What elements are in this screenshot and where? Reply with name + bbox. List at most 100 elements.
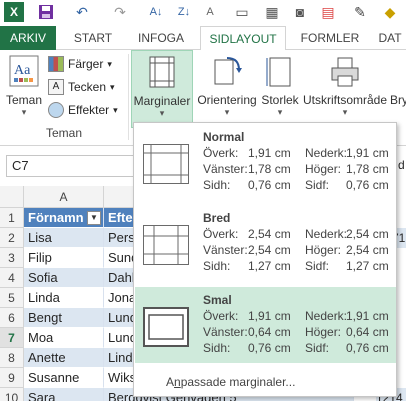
fonts-button[interactable]: A Tecken ▾ <box>48 77 115 97</box>
save-icon[interactable] <box>36 2 56 22</box>
table-cell[interactable]: Bengt <box>24 308 104 328</box>
margins-button[interactable]: Marginaler ▾ <box>131 50 193 128</box>
bottom-value: 2,54 cm <box>346 227 389 241</box>
chevron-down-icon: ▾ <box>107 58 112 69</box>
chevron-down-icon: ▾ <box>159 108 165 118</box>
themes-label: Teman <box>5 93 43 107</box>
footer-value: 1,27 cm <box>346 259 389 273</box>
table-cell[interactable]: Sofia <box>24 268 104 288</box>
tab-data[interactable]: DAT <box>374 26 406 50</box>
top-value: 1,91 cm <box>248 309 291 323</box>
chevron-down-icon: ▾ <box>110 81 115 92</box>
breaks-button[interactable]: Bry <box>390 50 406 128</box>
font-size-icon[interactable]: A <box>200 2 220 22</box>
row-number[interactable]: 9 <box>0 368 24 388</box>
option-values: Överk: 2,54 cm Nederk: 2,54 cm Vänster: 2,54… <box>203 226 395 274</box>
size-button[interactable]: Storlek ▾ <box>260 50 300 128</box>
fill-icon[interactable]: ◆ <box>380 2 400 22</box>
effects-label: Effekter <box>68 103 110 117</box>
table-header-cell[interactable]: Förnamn ▼ <box>24 208 104 228</box>
colors-label: Färger <box>68 57 104 71</box>
filter-dropdown-icon[interactable]: ▼ <box>87 211 101 225</box>
table-cell[interactable]: Anette <box>24 348 104 368</box>
table-cell[interactable]: Linda <box>24 288 104 308</box>
group-divider <box>128 54 129 140</box>
sort-icon[interactable]: A↓ <box>146 2 166 22</box>
themes-button[interactable]: Aa Teman ▾ <box>2 50 46 128</box>
printer-icon <box>331 57 359 87</box>
row-number[interactable]: 5 <box>0 288 24 308</box>
redo-icon[interactable]: ↷ <box>110 2 130 22</box>
table-cell[interactable]: Lisa <box>24 228 104 248</box>
top-label: Överk: <box>203 146 239 160</box>
bottom-label: Nederk: <box>305 227 348 241</box>
bottom-value: 1,91 cm <box>346 309 389 323</box>
header-label: Sidh: <box>203 341 231 355</box>
table-cell[interactable]: Moa <box>24 328 104 348</box>
header-text: Förnamn <box>28 210 84 225</box>
left-value: 1,78 cm <box>248 162 291 176</box>
brush-icon[interactable]: ✎ <box>350 2 370 22</box>
wide-margins-icon <box>143 225 189 265</box>
fonts-label: Tecken <box>68 80 107 94</box>
right-value: 0,64 cm <box>346 325 389 339</box>
size-label: Storlek <box>261 93 299 107</box>
left-label: Vänster: <box>203 325 248 339</box>
footer-value: 0,76 cm <box>346 341 389 355</box>
right-label: Höger: <box>305 162 342 176</box>
colors-button[interactable]: Färger ▾ <box>48 54 112 74</box>
tab-formulas[interactable]: FORMLER <box>292 26 368 50</box>
margin-option-wide[interactable]: Bred Överk: 2,54 cm Nederk: 2,54 cm Vänster… <box>135 205 396 281</box>
row-number[interactable]: 2 <box>0 228 24 248</box>
chevron-down-icon: ▾ <box>21 107 27 117</box>
tab-page-layout[interactable]: SIDLAYOUT <box>200 26 286 51</box>
right-label: Höger: <box>305 243 342 257</box>
custom-label: passade marginaler... <box>180 375 296 389</box>
option-title: Bred <box>203 211 231 225</box>
option-title: Smal <box>203 293 232 307</box>
table-icon[interactable]: ▦ <box>262 2 282 22</box>
margin-option-narrow[interactable]: Smal Överk: 1,91 cm Nederk: 1,91 cm Vänster… <box>135 287 396 363</box>
tab-start[interactable]: START <box>64 26 122 50</box>
column-header-a[interactable]: A <box>24 186 104 208</box>
row-number[interactable]: 10 <box>0 388 24 401</box>
orientation-button[interactable]: Orientering ▾ <box>196 50 258 128</box>
row-number[interactable]: 6 <box>0 308 24 328</box>
group-label-themes: Teman <box>45 126 83 140</box>
option-values: Överk: 1,91 cm Nederk: 1,91 cm Vänster: 0,64… <box>203 308 395 356</box>
row-number[interactable]: 8 <box>0 348 24 368</box>
size-icon <box>266 57 291 87</box>
select-all-corner[interactable] <box>0 186 24 208</box>
chevron-down-icon: ▾ <box>277 107 283 117</box>
row-number[interactable]: 1 <box>0 208 24 228</box>
header-value: 1,27 cm <box>248 259 291 273</box>
custom-accelerator: n <box>174 375 181 389</box>
chart-icon[interactable]: ▤ <box>318 2 338 22</box>
tab-insert[interactable]: INFOGA <box>128 26 194 50</box>
chevron-down-icon: ▾ <box>224 107 230 117</box>
print-area-label: Utskriftsområde <box>302 93 388 107</box>
footer-label: Sidf: <box>305 341 330 355</box>
normal-margins-icon <box>143 144 189 184</box>
left-label: Vänster: <box>203 243 248 257</box>
camera-icon[interactable]: ◙ <box>290 2 310 22</box>
dropdown-icon[interactable]: ▭ <box>232 2 252 22</box>
margin-option-normal[interactable]: Normal Överk: 1,91 cm Nederk: 1,91 cm Vänst… <box>135 124 396 200</box>
print-area-button[interactable]: Utskriftsområde ▾ <box>302 50 388 128</box>
top-value: 2,54 cm <box>248 227 291 241</box>
row-number[interactable]: 4 <box>0 268 24 288</box>
table-cell[interactable]: Susanne <box>24 368 104 388</box>
table-cell[interactable]: Sara <box>24 388 104 401</box>
row-number[interactable]: 3 <box>0 248 24 268</box>
sort-desc-icon[interactable]: Z↓ <box>174 2 194 22</box>
name-box[interactable]: C7 <box>6 155 136 177</box>
tab-file[interactable]: ARKIV <box>0 26 56 50</box>
custom-margins-item[interactable]: Anpassade marginaler... <box>166 375 295 389</box>
table-cell[interactable]: Filip <box>24 248 104 268</box>
top-label: Överk: <box>203 309 239 323</box>
effects-button[interactable]: Effekter ▾ <box>48 100 118 120</box>
orientation-icon <box>214 57 242 85</box>
undo-icon[interactable]: ↶ <box>72 2 92 22</box>
header-value: 0,76 cm <box>248 341 291 355</box>
row-number[interactable]: 7 <box>0 328 24 348</box>
